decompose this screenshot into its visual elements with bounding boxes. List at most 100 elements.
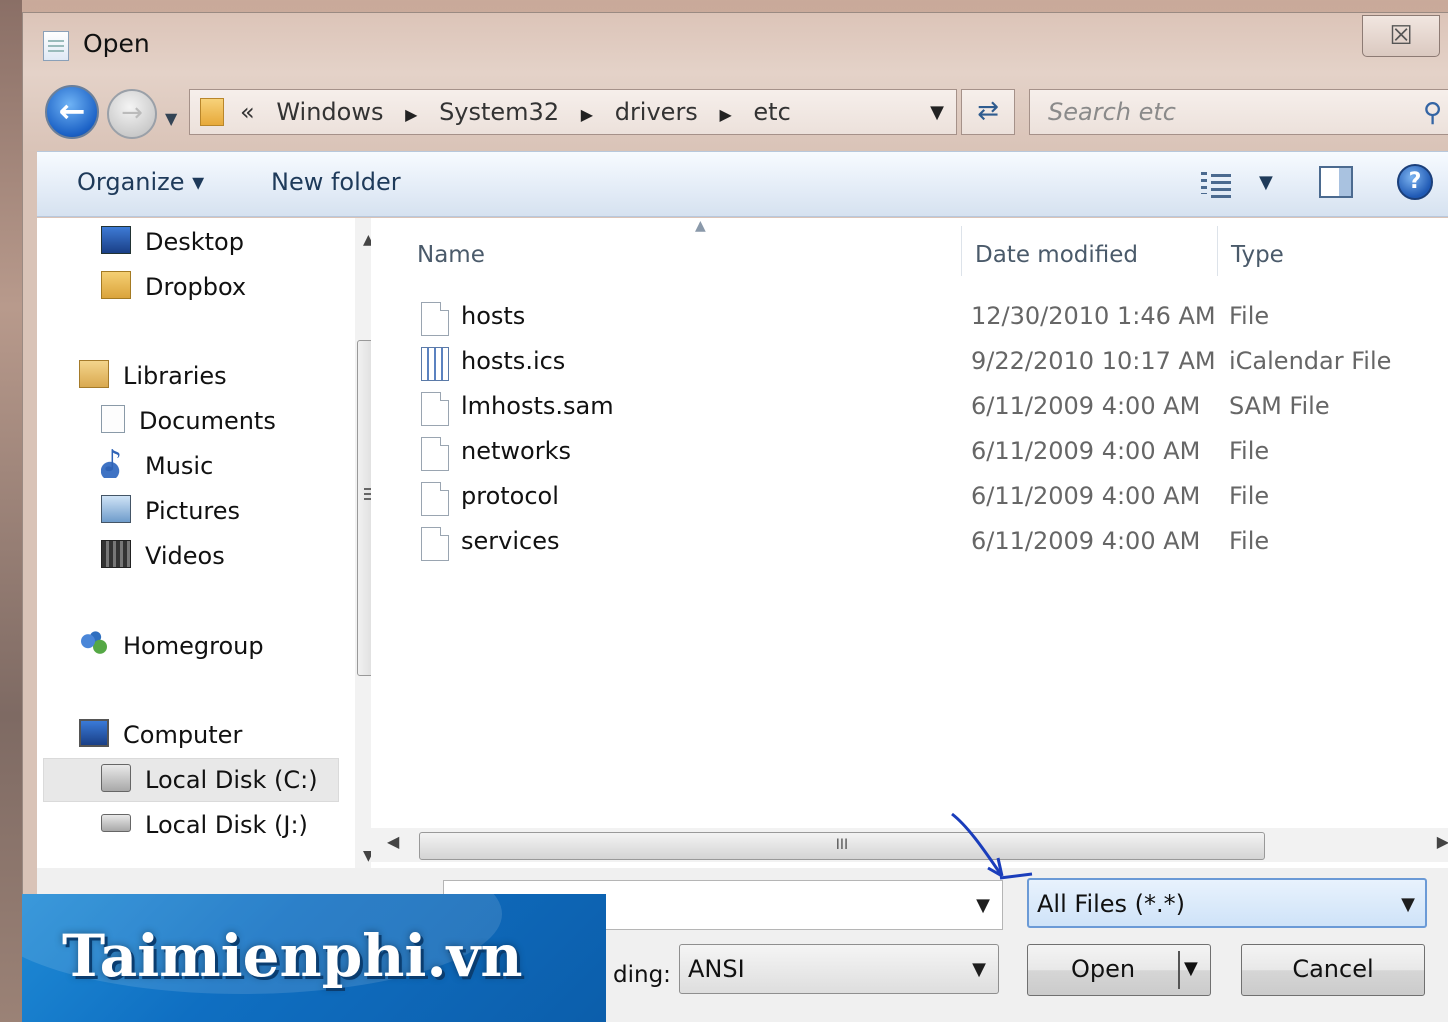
file-name: services — [461, 527, 560, 555]
chevron-down-icon[interactable]: ▼ — [972, 959, 986, 980]
sidebar-item-music[interactable]: Music — [101, 444, 213, 481]
navigation-scrollbar[interactable]: ▲ ▼ — [355, 218, 371, 868]
file-type: SAM File — [1229, 392, 1330, 420]
sidebar-item-documents[interactable]: Documents — [101, 405, 276, 436]
libraries-icon — [79, 360, 109, 388]
split-divider — [1178, 951, 1180, 989]
refresh-button[interactable]: ⇄ — [961, 89, 1015, 135]
column-name[interactable]: Name — [417, 242, 485, 268]
view-dropdown[interactable]: ▼ — [1259, 172, 1273, 193]
column-divider[interactable] — [1217, 226, 1218, 276]
scrollbar-thumb[interactable]: III — [419, 832, 1265, 860]
file-type: File — [1229, 437, 1270, 465]
scroll-down-icon[interactable]: ▼ — [363, 848, 371, 864]
file-icon — [421, 437, 449, 471]
file-name: networks — [461, 437, 571, 465]
file-row-networks[interactable]: networks 6/11/2009 4:00 AM File — [371, 435, 1448, 475]
open-button[interactable]: Open ▼ — [1027, 944, 1211, 996]
pictures-icon — [101, 495, 131, 523]
breadcrumb-overflow[interactable]: « — [240, 98, 255, 126]
sidebar-item-desktop[interactable]: Desktop — [101, 226, 244, 257]
column-type[interactable]: Type — [1231, 242, 1284, 268]
chevron-down-icon[interactable]: ▼ — [976, 895, 990, 916]
open-button-label: Open — [1070, 955, 1136, 983]
close-button[interactable]: ☒ — [1362, 15, 1440, 57]
desktop-icon — [101, 226, 131, 254]
file-name: protocol — [461, 482, 559, 510]
file-type: File — [1229, 302, 1270, 330]
open-options-dropdown[interactable]: ▼ — [1184, 945, 1198, 993]
search-box[interactable]: Search etc ⚲ — [1029, 89, 1448, 135]
file-row-hosts[interactable]: hosts 12/30/2010 1:46 AM File — [371, 300, 1448, 340]
organize-button[interactable]: Organize ▾ — [77, 168, 204, 196]
column-divider[interactable] — [961, 226, 962, 276]
scroll-up-icon[interactable]: ▲ — [363, 232, 371, 248]
music-icon — [101, 444, 131, 479]
open-dialog: Open ☒ ← → ▼ « Windows ▶ System32 ▶ driv… — [22, 12, 1448, 1022]
scroll-left-icon[interactable]: ◀ — [387, 832, 399, 851]
watermark-text: Taimienphi.vn — [62, 922, 523, 990]
horizontal-scrollbar[interactable]: ◀ III ▶ — [371, 828, 1448, 862]
encoding-select[interactable]: ANSI ▼ — [679, 944, 999, 994]
sidebar-item-local-disk-c[interactable]: Local Disk (C:) — [101, 764, 318, 795]
file-icon — [421, 392, 449, 426]
file-date: 6/11/2009 4:00 AM — [971, 482, 1201, 510]
chevron-down-icon[interactable]: ▼ — [1401, 894, 1415, 915]
file-type-filter-value: All Files (*.*) — [1037, 890, 1186, 918]
chevron-right-icon[interactable]: ▶ — [581, 105, 593, 124]
sidebar-item-homegroup[interactable]: Homegroup — [79, 630, 264, 661]
file-type-filter[interactable]: All Files (*.*) ▼ — [1027, 878, 1427, 928]
cancel-button[interactable]: Cancel — [1241, 944, 1425, 996]
preview-pane-icon[interactable] — [1319, 166, 1353, 198]
recent-locations-dropdown[interactable]: ▼ — [165, 109, 177, 128]
sidebar-item-libraries[interactable]: Libraries — [79, 360, 227, 391]
toolbar: Organize ▾ New folder ▼ ? — [37, 151, 1448, 217]
column-date-modified[interactable]: Date modified — [975, 242, 1138, 268]
file-date: 6/11/2009 4:00 AM — [971, 437, 1201, 465]
dropbox-icon — [101, 271, 131, 299]
back-button[interactable]: ← — [45, 85, 99, 139]
drive-icon — [101, 814, 131, 832]
window-title: Open — [83, 29, 150, 58]
sidebar-item-computer[interactable]: Computer — [79, 719, 242, 750]
sidebar-item-dropbox[interactable]: Dropbox — [101, 271, 246, 302]
file-row-hosts-ics[interactable]: hosts.ics 9/22/2010 10:17 AM iCalendar F… — [371, 345, 1448, 385]
chevron-right-icon[interactable]: ▶ — [405, 105, 417, 124]
breadcrumb-drivers[interactable]: drivers — [615, 98, 698, 126]
file-icon — [421, 302, 449, 336]
title-bar: Open ☒ — [23, 13, 1448, 75]
file-date: 6/11/2009 4:00 AM — [971, 527, 1201, 555]
computer-icon — [79, 719, 109, 747]
sidebar-item-videos[interactable]: Videos — [101, 540, 225, 571]
scroll-right-icon[interactable]: ▶ — [1437, 832, 1448, 851]
drive-icon — [101, 764, 131, 792]
sort-ascending-icon: ▲ — [695, 218, 706, 234]
annotation-arrow — [951, 812, 1033, 880]
file-row-services[interactable]: services 6/11/2009 4:00 AM File — [371, 525, 1448, 565]
file-list: ▲ Name Date modified Type hosts 12/30/20… — [371, 218, 1448, 868]
view-options-icon[interactable] — [1201, 170, 1233, 198]
file-type: File — [1229, 527, 1270, 555]
encoding-label: ding: — [613, 962, 671, 988]
breadcrumb-etc[interactable]: etc — [753, 98, 790, 126]
chevron-right-icon[interactable]: ▶ — [719, 105, 731, 124]
breadcrumb-windows[interactable]: Windows — [276, 98, 383, 126]
file-row-protocol[interactable]: protocol 6/11/2009 4:00 AM File — [371, 480, 1448, 520]
sidebar-item-pictures[interactable]: Pictures — [101, 495, 240, 526]
search-icon[interactable]: ⚲ — [1423, 98, 1442, 128]
watermark-logo: Taimienphi.vn — [22, 894, 606, 1022]
new-folder-button[interactable]: New folder — [271, 168, 401, 196]
breadcrumb-system32[interactable]: System32 — [439, 98, 559, 126]
search-input[interactable]: Search etc — [1048, 98, 1176, 126]
folder-icon — [200, 98, 224, 126]
address-dropdown[interactable]: ▼ — [930, 102, 944, 123]
address-bar[interactable]: « Windows ▶ System32 ▶ drivers ▶ etc ▼ — [189, 89, 957, 135]
file-row-lmhosts-sam[interactable]: lmhosts.sam 6/11/2009 4:00 AM SAM File — [371, 390, 1448, 430]
encoding-value: ANSI — [688, 955, 745, 983]
file-icon — [421, 527, 449, 561]
help-icon[interactable]: ? — [1397, 164, 1433, 200]
forward-button[interactable]: → — [107, 89, 157, 139]
sidebar-item-local-disk-j[interactable]: Local Disk (J:) — [101, 811, 308, 839]
notepad-icon — [43, 31, 69, 61]
scrollbar-thumb[interactable] — [357, 340, 371, 676]
